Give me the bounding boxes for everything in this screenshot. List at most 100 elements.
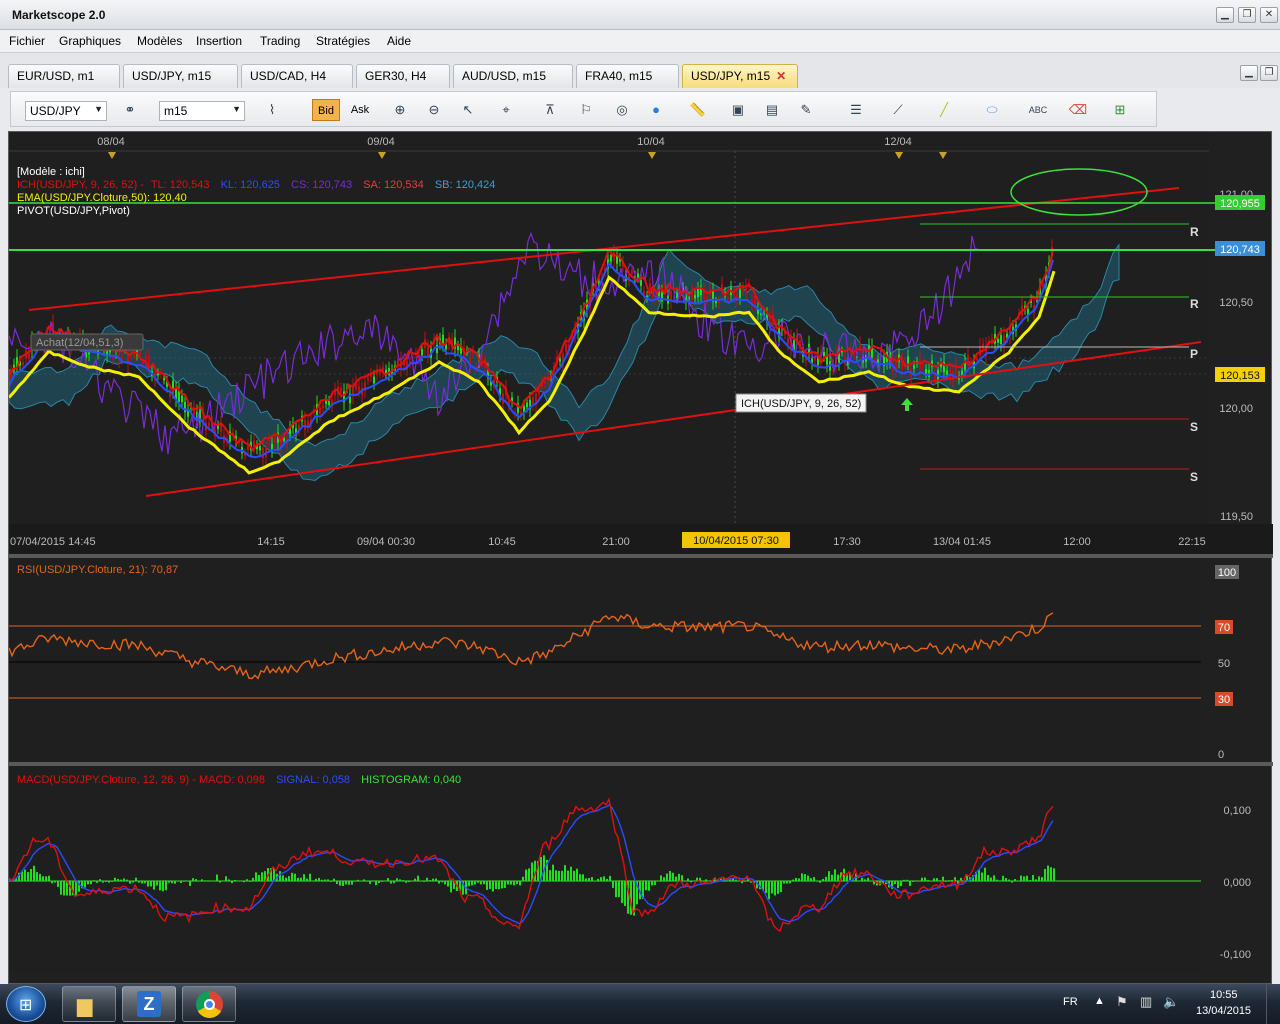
macd-panel[interactable]: MACD(USD/JPY.Cloture, 12, 26, 9) - MACD:… [8, 766, 1251, 972]
histogram-bar [918, 880, 920, 881]
alert-icon[interactable]: ⚐ [575, 99, 597, 121]
crosshair-icon[interactable]: ⌖ [495, 99, 517, 121]
tab-label: USD/JPY, m15 [691, 69, 771, 83]
action-center-icon[interactable]: ⚑ [1116, 994, 1128, 1010]
show-desktop-button[interactable] [1266, 984, 1280, 1024]
histogram-bar [306, 878, 308, 881]
chrome-taskbar-button[interactable] [182, 986, 236, 1022]
eraser-icon[interactable]: ⌫ [1067, 99, 1089, 121]
legend-pivot: PIVOT(USD/JPY,Pivot) [17, 205, 130, 217]
clock-date[interactable]: 13/04/2015 [1196, 1005, 1251, 1017]
candle-body [697, 289, 699, 298]
histogram-bar [795, 877, 797, 881]
histogram-bar [291, 872, 293, 881]
tab-audusd-m15[interactable]: AUD/USD, m15 [453, 64, 573, 88]
tray-arrow-icon[interactable]: ▲ [1094, 995, 1105, 1007]
menu-fichier[interactable]: Fichier [9, 34, 45, 48]
fan-icon[interactable]: ⟋ [887, 99, 909, 121]
histogram-bar [564, 865, 566, 881]
date-marker: 10/04 [637, 136, 665, 148]
histogram-bar [678, 873, 680, 881]
close-button[interactable]: ✕ [1260, 7, 1278, 23]
close-tab-icon[interactable]: ✕ [776, 69, 786, 83]
histogram-bar [318, 877, 320, 881]
lines-icon[interactable]: ☰ [845, 99, 867, 121]
hierarchy-icon[interactable]: ⊞ [1109, 99, 1131, 121]
zoom-out-icon[interactable]: ⊖ [423, 99, 445, 121]
volume-icon[interactable]: 🔈 [1163, 994, 1179, 1010]
histogram-bar [1029, 880, 1031, 881]
timeframe-select[interactable]: m15 ▼ [159, 101, 245, 121]
maximize-pane-button[interactable]: ❐ [1260, 65, 1278, 81]
indicator-icon[interactable]: ⚭ [119, 99, 141, 121]
clock-time[interactable]: 10:55 [1210, 989, 1238, 1001]
ruler-icon[interactable]: 📏 [687, 99, 709, 121]
tab-ger30-h4[interactable]: GER30, H4 [356, 64, 450, 88]
histogram-bar [771, 881, 773, 894]
marketscope-taskbar-button[interactable]: Z [122, 986, 176, 1022]
candle-body [637, 273, 639, 278]
language-indicator[interactable]: FR [1063, 996, 1078, 1008]
symbol-select[interactable]: USD/JPY ▼ [25, 101, 107, 121]
tab-fra40-m15[interactable]: FRA40, m15 [576, 64, 679, 88]
menu-strategies[interactable]: Stratégies [316, 34, 370, 48]
histogram-bar [477, 881, 479, 883]
image-icon[interactable]: ▣ [727, 99, 749, 121]
rsi-legend: RSI(USD/JPY.Cloture, 21): 70,87 [17, 564, 178, 576]
signal-icon[interactable]: ◎ [611, 99, 633, 121]
chevron-down-icon: ▼ [94, 104, 103, 114]
time-tick: 13/04 01:45 [933, 536, 991, 548]
maximize-button[interactable]: ❐ [1238, 7, 1256, 23]
menu-trading[interactable]: Trading [260, 34, 300, 48]
macd-level: -0,100 [1220, 949, 1251, 961]
cursor-icon[interactable]: ↖ [457, 99, 479, 121]
tab-usdjpy-m15-active[interactable]: USD/JPY, m15 ✕ [682, 64, 798, 88]
histogram-bar [324, 879, 326, 881]
chart-type-icon[interactable]: ⌇ [261, 99, 283, 121]
tab-label: USD/JPY, m15 [132, 69, 212, 83]
macd-legend-histogram: HISTOGRAM: 0,040 [361, 774, 461, 786]
histogram-bar [288, 876, 290, 881]
chevron-down-icon: ▼ [232, 104, 241, 114]
chart-canvas[interactable]: 08/04 09/04 10/04 12/04 R R P S S Achat(… [7, 132, 1273, 985]
histogram-bar [204, 880, 206, 881]
tab-eurusd-m1[interactable]: EUR/USD, m1 [8, 64, 120, 88]
candle-body [853, 354, 855, 357]
legend-model: [Modèle : ichi] [17, 166, 85, 178]
menu-insertion[interactable]: Insertion [196, 34, 242, 48]
histogram-bar [831, 874, 833, 881]
draw-tool-icon[interactable]: ✎ [795, 99, 817, 121]
window-icon[interactable]: ▤ [761, 99, 783, 121]
histogram-bar [258, 874, 260, 881]
chart-area[interactable]: 08/04 09/04 10/04 12/04 R R P S S Achat(… [7, 131, 1273, 985]
candle-body [919, 359, 921, 370]
histogram-bar [558, 870, 560, 881]
start-button[interactable]: ⊞ [6, 986, 46, 1022]
bid-button[interactable]: Bid [312, 99, 340, 121]
histogram-bar [228, 879, 230, 881]
network-icon[interactable]: ▥ [1140, 994, 1152, 1010]
histogram-bar [114, 877, 116, 881]
explorer-taskbar-button[interactable]: ▆ [62, 986, 116, 1022]
candle-body [982, 343, 984, 349]
histogram-bar [510, 881, 512, 885]
text-tool-icon[interactable]: ABC [1027, 99, 1049, 121]
ask-button[interactable]: Ask [346, 99, 374, 121]
rsi-panel[interactable]: RSI(USD/JPY.Cloture, 21): 70,87 100 70 5… [8, 558, 1273, 766]
minimize-button[interactable]: ▁ [1216, 7, 1234, 23]
zoom-in-icon[interactable]: ⊕ [389, 99, 411, 121]
menu-aide[interactable]: Aide [387, 34, 411, 48]
candle-body [274, 437, 276, 443]
restore-pane-button[interactable]: ▁ [1240, 65, 1258, 81]
level-icon[interactable]: ⊼ [539, 99, 561, 121]
tab-usdjpy-m15[interactable]: USD/JPY, m15 [123, 64, 238, 88]
candle-body [427, 346, 429, 356]
histogram-bar [825, 876, 827, 881]
candle-body [328, 401, 330, 405]
ellipse-icon[interactable]: ⬭ [981, 99, 1003, 121]
menu-modeles[interactable]: Modèles [137, 34, 182, 48]
globe-icon[interactable]: ● [645, 99, 667, 121]
menu-graphiques[interactable]: Graphiques [59, 34, 121, 48]
tab-usdcad-h4[interactable]: USD/CAD, H4 [241, 64, 353, 88]
trendline-icon[interactable]: ╱ [933, 99, 955, 121]
